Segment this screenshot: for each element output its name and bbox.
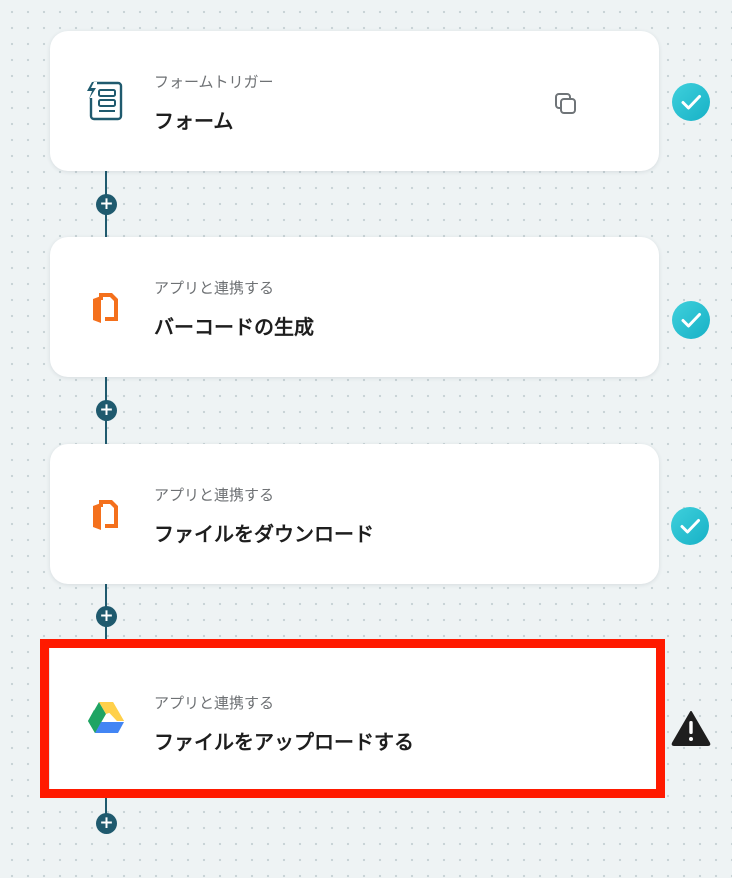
- step-card-barcode[interactable]: アプリと連携する バーコードの生成: [50, 237, 659, 377]
- step-subtitle: フォームトリガー: [154, 73, 274, 91]
- highlight-frame: [40, 639, 665, 798]
- step-title: ファイルをダウンロード: [154, 522, 374, 546]
- step-subtitle: アプリと連携する: [154, 279, 275, 297]
- check-circle-icon: [672, 83, 710, 121]
- step-title: フォーム: [154, 109, 234, 133]
- step-subtitle: アプリと連携する: [154, 486, 275, 504]
- document-app-icon: [83, 285, 127, 329]
- warning-icon: [671, 710, 711, 746]
- add-step-button[interactable]: +: [96, 194, 117, 215]
- step-card-form-trigger[interactable]: フォームトリガー フォーム: [50, 31, 659, 171]
- add-step-button[interactable]: +: [96, 813, 117, 834]
- check-circle-icon: [671, 507, 709, 545]
- add-step-button[interactable]: +: [96, 606, 117, 627]
- step-title: バーコードの生成: [154, 315, 314, 339]
- form-trigger-icon: [83, 79, 127, 123]
- check-circle-icon: [672, 301, 710, 339]
- add-step-button[interactable]: +: [96, 400, 117, 421]
- copy-icon[interactable]: [553, 91, 579, 117]
- step-card-download[interactable]: アプリと連携する ファイルをダウンロード: [50, 444, 659, 584]
- document-app-icon: [83, 492, 127, 536]
